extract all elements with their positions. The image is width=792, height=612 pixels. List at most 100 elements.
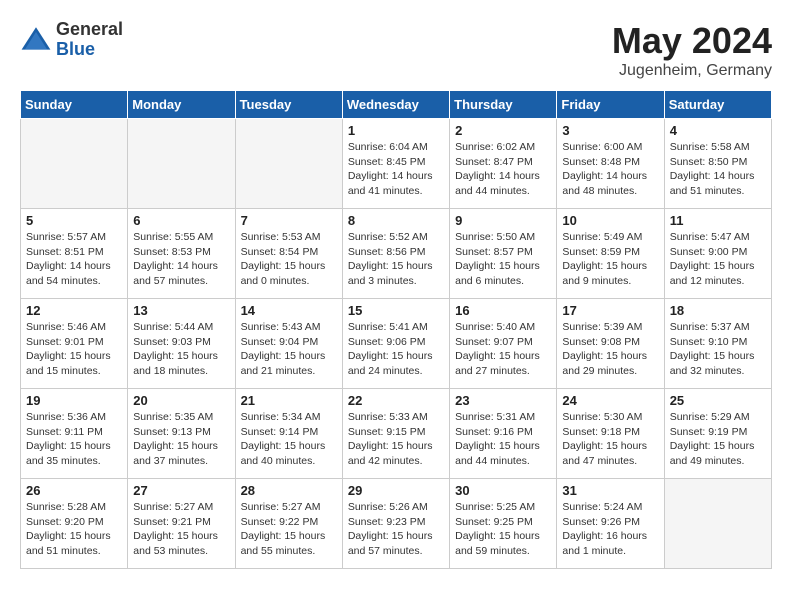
calendar-cell [21, 119, 128, 209]
day-info: Sunrise: 5:41 AMSunset: 9:06 PMDaylight:… [348, 320, 444, 379]
day-info: Sunrise: 5:40 AMSunset: 9:07 PMDaylight:… [455, 320, 551, 379]
calendar-cell: 6 Sunrise: 5:55 AMSunset: 8:53 PMDaylight… [128, 209, 235, 299]
day-number: 18 [670, 303, 766, 318]
calendar-cell: 23Sunrise: 5:31 AMSunset: 9:16 PMDayligh… [450, 389, 557, 479]
day-info: Sunrise: 6:04 AMSunset: 8:45 PMDaylight:… [348, 140, 444, 199]
day-info: Sunrise: 5:35 AMSunset: 9:13 PMDaylight:… [133, 410, 229, 469]
calendar-cell [128, 119, 235, 209]
day-info: Sunrise: 5:27 AMSunset: 9:22 PMDaylight:… [241, 500, 337, 559]
page-header: General Blue May 2024 Jugenheim, Germany [20, 20, 772, 80]
calendar-cell [664, 479, 771, 569]
day-number: 25 [670, 393, 766, 408]
calendar-week-4: 19 Sunrise: 5:36 AMSunset: 9:11 PMDayligh… [21, 389, 772, 479]
header-day-saturday: Saturday [664, 91, 771, 119]
calendar-week-3: 12Sunrise: 5:46 AMSunset: 9:01 PMDayligh… [21, 299, 772, 389]
day-number: 11 [670, 213, 766, 228]
day-number: 19 [26, 393, 122, 408]
calendar-week-2: 5 Sunrise: 5:57 AMSunset: 8:51 PMDaylight… [21, 209, 772, 299]
calendar-cell: 21Sunrise: 5:34 AMSunset: 9:14 PMDayligh… [235, 389, 342, 479]
logo-general: General [56, 20, 123, 40]
calendar-cell: 27 Sunrise: 5:27 AMSunset: 9:21 PMDayligh… [128, 479, 235, 569]
day-number: 2 [455, 123, 551, 138]
day-number: 28 [241, 483, 337, 498]
calendar-cell: 22Sunrise: 5:33 AMSunset: 9:15 PMDayligh… [342, 389, 449, 479]
location: Jugenheim, Germany [612, 62, 772, 80]
day-info: Sunrise: 5:26 AMSunset: 9:23 PMDaylight:… [348, 500, 444, 559]
day-number: 3 [562, 123, 658, 138]
header-day-monday: Monday [128, 91, 235, 119]
logo: General Blue [20, 20, 123, 60]
title-block: May 2024 Jugenheim, Germany [612, 20, 772, 80]
day-number: 12 [26, 303, 122, 318]
logo-text: General Blue [56, 20, 123, 60]
day-info: Sunrise: 5:50 AMSunset: 8:57 PMDaylight:… [455, 230, 551, 289]
month-title: May 2024 [612, 20, 772, 62]
calendar-cell: 31Sunrise: 5:24 AMSunset: 9:26 PMDayligh… [557, 479, 664, 569]
calendar-cell: 19 Sunrise: 5:36 AMSunset: 9:11 PMDayligh… [21, 389, 128, 479]
day-number: 20 [133, 393, 229, 408]
day-info: Sunrise: 5:44 AMSunset: 9:03 PMDaylight:… [133, 320, 229, 379]
calendar-cell: 16 Sunrise: 5:40 AMSunset: 9:07 PMDayligh… [450, 299, 557, 389]
day-info: Sunrise: 5:39 AMSunset: 9:08 PMDaylight:… [562, 320, 658, 379]
day-number: 15 [348, 303, 444, 318]
day-info: Sunrise: 5:27 AMSunset: 9:21 PMDaylight:… [133, 500, 229, 559]
day-number: 9 [455, 213, 551, 228]
day-number: 1 [348, 123, 444, 138]
day-info: Sunrise: 5:36 AMSunset: 9:11 PMDaylight:… [26, 410, 122, 469]
calendar-cell: 9 Sunrise: 5:50 AMSunset: 8:57 PMDaylight… [450, 209, 557, 299]
header-day-thursday: Thursday [450, 91, 557, 119]
day-number: 29 [348, 483, 444, 498]
day-info: Sunrise: 5:29 AMSunset: 9:19 PMDaylight:… [670, 410, 766, 469]
day-number: 24 [562, 393, 658, 408]
header-day-wednesday: Wednesday [342, 91, 449, 119]
day-number: 5 [26, 213, 122, 228]
calendar-cell: 10 Sunrise: 5:49 AMSunset: 8:59 PMDayligh… [557, 209, 664, 299]
calendar-table: SundayMondayTuesdayWednesdayThursdayFrid… [20, 90, 772, 569]
day-number: 30 [455, 483, 551, 498]
day-info: Sunrise: 5:34 AMSunset: 9:14 PMDaylight:… [241, 410, 337, 469]
day-info: Sunrise: 5:30 AMSunset: 9:18 PMDaylight:… [562, 410, 658, 469]
calendar-cell: 7 Sunrise: 5:53 AMSunset: 8:54 PMDaylight… [235, 209, 342, 299]
day-number: 6 [133, 213, 229, 228]
day-info: Sunrise: 5:52 AMSunset: 8:56 PMDaylight:… [348, 230, 444, 289]
day-number: 26 [26, 483, 122, 498]
calendar-cell: 18 Sunrise: 5:37 AMSunset: 9:10 PMDayligh… [664, 299, 771, 389]
calendar-cell: 2Sunrise: 6:02 AMSunset: 8:47 PMDaylight… [450, 119, 557, 209]
calendar-week-5: 26 Sunrise: 5:28 AMSunset: 9:20 PMDayligh… [21, 479, 772, 569]
day-info: Sunrise: 5:55 AMSunset: 8:53 PMDaylight:… [133, 230, 229, 289]
day-info: Sunrise: 5:57 AMSunset: 8:51 PMDaylight:… [26, 230, 122, 289]
day-info: Sunrise: 6:00 AMSunset: 8:48 PMDaylight:… [562, 140, 658, 199]
day-info: Sunrise: 5:28 AMSunset: 9:20 PMDaylight:… [26, 500, 122, 559]
calendar-cell: 15 Sunrise: 5:41 AMSunset: 9:06 PMDayligh… [342, 299, 449, 389]
day-info: Sunrise: 5:37 AMSunset: 9:10 PMDaylight:… [670, 320, 766, 379]
calendar-cell: 8Sunrise: 5:52 AMSunset: 8:56 PMDaylight… [342, 209, 449, 299]
day-number: 13 [133, 303, 229, 318]
header-day-sunday: Sunday [21, 91, 128, 119]
calendar-cell: 13 Sunrise: 5:44 AMSunset: 9:03 PMDayligh… [128, 299, 235, 389]
day-number: 27 [133, 483, 229, 498]
calendar-week-1: 1 Sunrise: 6:04 AMSunset: 8:45 PMDaylight… [21, 119, 772, 209]
calendar-cell: 4Sunrise: 5:58 AMSunset: 8:50 PMDaylight… [664, 119, 771, 209]
day-info: Sunrise: 5:25 AMSunset: 9:25 PMDaylight:… [455, 500, 551, 559]
day-number: 10 [562, 213, 658, 228]
day-info: Sunrise: 5:31 AMSunset: 9:16 PMDaylight:… [455, 410, 551, 469]
day-number: 7 [241, 213, 337, 228]
day-info: Sunrise: 5:33 AMSunset: 9:15 PMDaylight:… [348, 410, 444, 469]
calendar-header-row: SundayMondayTuesdayWednesdayThursdayFrid… [21, 91, 772, 119]
calendar-cell: 14Sunrise: 5:43 AMSunset: 9:04 PMDayligh… [235, 299, 342, 389]
calendar-cell: 30 Sunrise: 5:25 AMSunset: 9:25 PMDayligh… [450, 479, 557, 569]
calendar-cell: 1 Sunrise: 6:04 AMSunset: 8:45 PMDaylight… [342, 119, 449, 209]
day-number: 16 [455, 303, 551, 318]
calendar-cell: 5 Sunrise: 5:57 AMSunset: 8:51 PMDaylight… [21, 209, 128, 299]
day-number: 4 [670, 123, 766, 138]
calendar-cell: 17 Sunrise: 5:39 AMSunset: 9:08 PMDayligh… [557, 299, 664, 389]
day-info: Sunrise: 5:47 AMSunset: 9:00 PMDaylight:… [670, 230, 766, 289]
header-day-friday: Friday [557, 91, 664, 119]
calendar-cell: 29 Sunrise: 5:26 AMSunset: 9:23 PMDayligh… [342, 479, 449, 569]
day-number: 17 [562, 303, 658, 318]
day-info: Sunrise: 5:53 AMSunset: 8:54 PMDaylight:… [241, 230, 337, 289]
calendar-cell: 20 Sunrise: 5:35 AMSunset: 9:13 PMDayligh… [128, 389, 235, 479]
calendar-cell: 26 Sunrise: 5:28 AMSunset: 9:20 PMDayligh… [21, 479, 128, 569]
day-info: Sunrise: 5:49 AMSunset: 8:59 PMDaylight:… [562, 230, 658, 289]
logo-icon [20, 24, 52, 56]
